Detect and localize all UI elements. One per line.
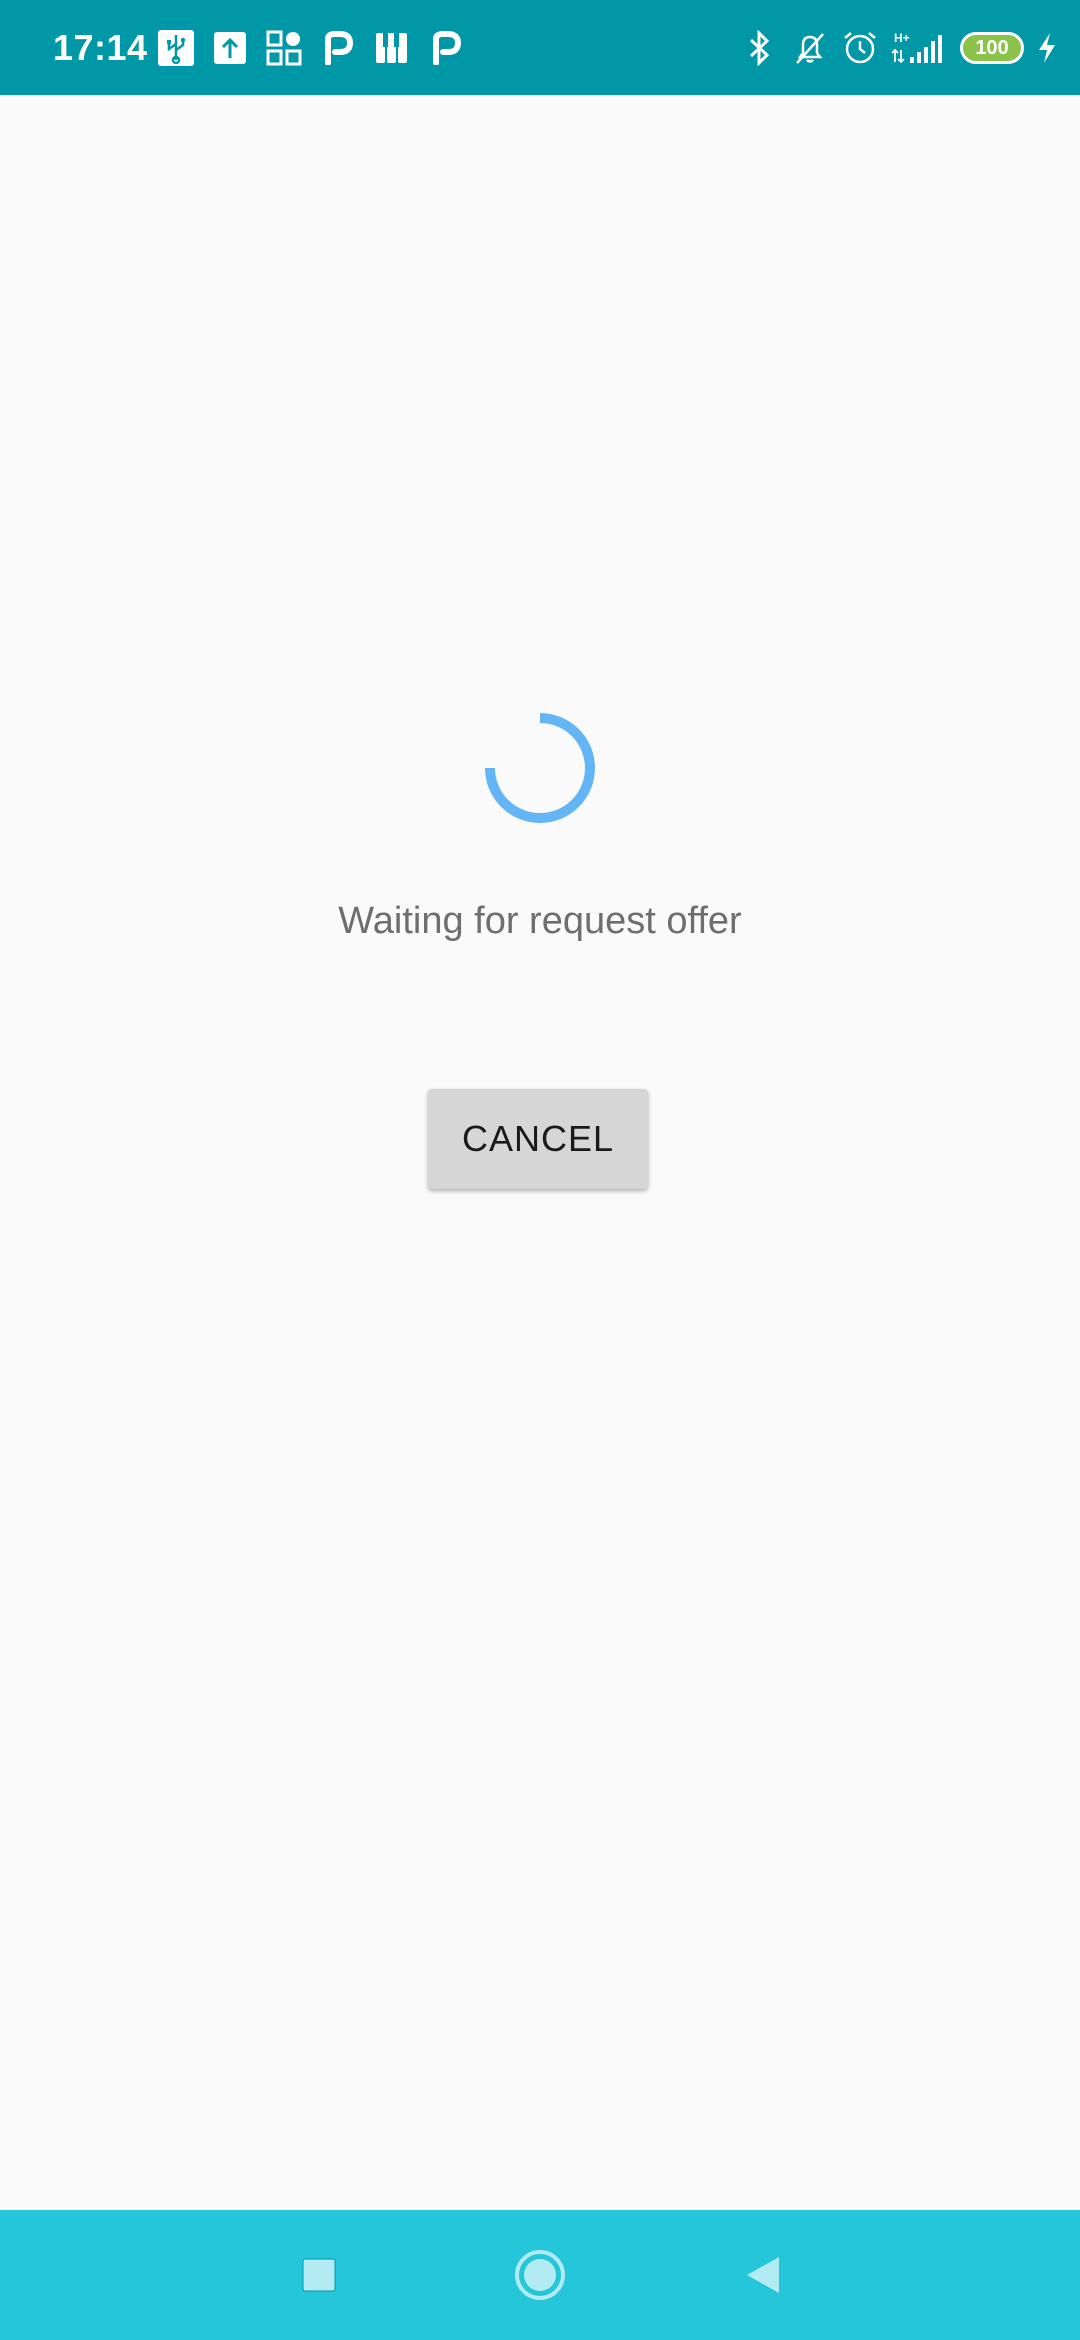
- bell-off-icon: [790, 28, 830, 68]
- navigation-bar: [0, 2210, 1080, 2340]
- waiting-message: Waiting for request offer: [338, 900, 742, 942]
- upload-icon: [210, 28, 250, 68]
- charging-icon: [1034, 28, 1060, 68]
- usb-icon: [156, 28, 196, 68]
- system-icons: H+ 100: [740, 28, 1060, 68]
- recents-icon[interactable]: [284, 2240, 354, 2310]
- bluetooth-icon: [740, 28, 780, 68]
- piano-icon: [372, 28, 412, 68]
- p-app-icon: [426, 28, 466, 68]
- p-app-icon: [318, 28, 358, 68]
- status-time: 17:14: [53, 27, 148, 68]
- alarm-icon: [840, 28, 880, 68]
- status-bar: 17:14 H+ 100: [0, 0, 1080, 95]
- battery-level: 100: [975, 36, 1009, 59]
- back-icon[interactable]: [728, 2240, 798, 2310]
- battery-icon: 100: [960, 32, 1024, 64]
- cancel-button[interactable]: CANCEL: [428, 1089, 648, 1189]
- network-type-label: H+: [894, 31, 910, 45]
- apps-icon: [264, 28, 304, 68]
- screen: 17:14 H+ 100 Waiting for request offer C…: [0, 0, 1080, 2340]
- notification-icons: [156, 28, 466, 68]
- signal-icon: H+: [890, 28, 950, 68]
- home-icon[interactable]: [505, 2240, 575, 2310]
- loading-spinner: [484, 712, 596, 824]
